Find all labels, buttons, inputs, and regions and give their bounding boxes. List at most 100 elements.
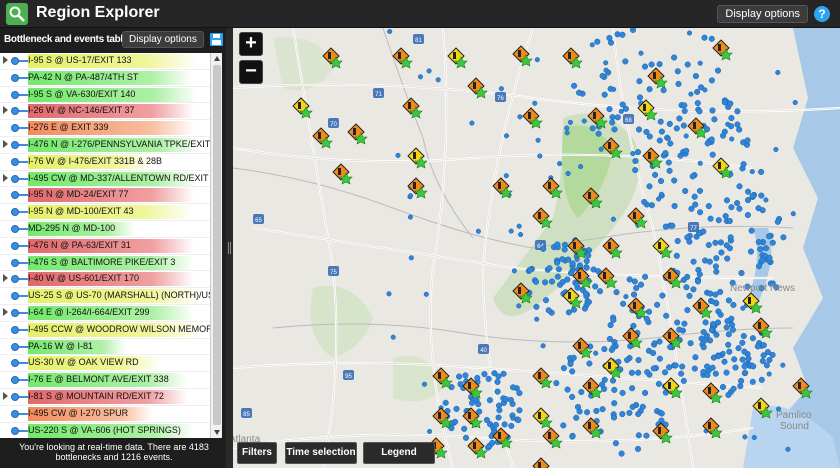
splitter-grip-icon[interactable] (228, 242, 231, 254)
table-row[interactable]: I-476 N @ I-276/PENNSYLVANIA TPKE/EXIT 2… (0, 137, 210, 154)
bottleneck-dot (560, 365, 567, 372)
panel-splitter[interactable] (226, 28, 233, 468)
table-row[interactable]: I-95 N @ MD-24/EXIT 77 (0, 187, 210, 205)
expand-triangle-icon[interactable] (3, 307, 8, 316)
event-marker-icon[interactable] (512, 45, 533, 67)
bottleneck-dot (634, 149, 642, 156)
table-row[interactable]: I-276 E @ EXIT 339 (0, 120, 210, 137)
expand-triangle-icon[interactable] (3, 173, 8, 182)
interstate-shield-icon: 75 (328, 266, 339, 276)
event-marker-icon[interactable] (532, 207, 553, 229)
bottleneck-dot (708, 326, 716, 334)
expand-triangle-icon[interactable] (3, 56, 8, 64)
bottleneck-dot (769, 351, 776, 358)
zoom-in-button[interactable]: + (239, 32, 263, 56)
bottleneck-dot (709, 321, 717, 328)
bottleneck-dot (701, 34, 708, 41)
expand-triangle-icon[interactable] (3, 274, 8, 283)
location-dot-icon (11, 392, 19, 401)
interstate-shield-icon: 77 (688, 222, 699, 232)
bottleneck-dot (727, 100, 734, 107)
svg-text:81: 81 (415, 38, 422, 44)
event-marker-icon[interactable] (522, 107, 543, 129)
table-row[interactable]: US-30 W @ OAK VIEW RD (0, 355, 210, 373)
event-marker-icon[interactable] (292, 97, 313, 119)
event-marker-icon[interactable] (332, 163, 353, 185)
scroll-up-icon[interactable] (214, 56, 220, 61)
table-row[interactable]: I-76 E @ BELMONT AVE/EXIT 338 (0, 372, 210, 389)
table-row[interactable]: PA-42 N @ PA-487/4TH ST (0, 70, 210, 87)
event-marker-icon[interactable] (602, 237, 623, 259)
bottleneck-dot (503, 173, 509, 179)
table-row[interactable]: PA-16 W @ I-81 (0, 339, 210, 356)
svg-text:76: 76 (497, 96, 504, 102)
event-marker-icon[interactable] (582, 377, 603, 399)
event-marker-icon[interactable] (702, 382, 723, 404)
save-icon[interactable] (210, 33, 223, 46)
table-row[interactable]: I-476 S @ BALTIMORE PIKE/EXIT 3 (0, 255, 210, 272)
filters-button[interactable]: Filters (237, 442, 277, 464)
list-scrollbar[interactable] (210, 53, 222, 438)
map-view[interactable]: 81 71 70 76 68 65 64 75 77 95 40 85 + − Newport New… (233, 28, 840, 468)
table-row[interactable]: US-25 S @ US-70 (MARSHALL) (NORTH)/US-2 (0, 288, 210, 305)
bottleneck-dot (569, 368, 576, 375)
event-marker-icon[interactable] (467, 437, 488, 459)
time-selection-button[interactable]: Time selection (285, 442, 357, 464)
bottleneck-dot (671, 177, 678, 184)
table-row[interactable]: I-81 S @ MOUNTAIN RD/EXIT 72 (0, 389, 210, 406)
event-marker-icon[interactable] (712, 157, 733, 179)
event-marker-icon[interactable] (627, 207, 648, 229)
table-row[interactable]: I-95 S @ VA-630/EXIT 140 (0, 87, 210, 104)
table-row[interactable]: I-95 N @ MD-100/EXIT 43 (0, 204, 210, 221)
map-canvas[interactable]: 817170766865647577954085 (233, 28, 840, 468)
bottleneck-dot (713, 268, 720, 275)
table-row[interactable]: I-495 CW @ I-270 SPUR (0, 406, 210, 423)
zoom-out-button[interactable]: − (239, 60, 263, 84)
event-marker-icon[interactable] (467, 77, 488, 99)
event-marker-icon[interactable] (652, 422, 673, 444)
table-row[interactable]: I-76 W @ I-476/EXIT 331B & 28B (0, 154, 210, 171)
event-marker-icon[interactable] (532, 457, 552, 468)
bottleneck-dot (674, 237, 681, 245)
table-row[interactable]: US-220 S @ VA-606 (HOT SPRINGS) (0, 423, 210, 438)
bottleneck-dot (712, 263, 719, 270)
location-dot-icon (11, 191, 19, 200)
bottleneck-dot (619, 411, 626, 418)
table-row[interactable]: I-64 E @ I-264/I-664/EXIT 299 (0, 305, 210, 322)
app-logo-icon (6, 3, 28, 25)
table-row[interactable]: MD-295 N @ MD-100 (0, 221, 210, 238)
table-row[interactable]: I-476 N @ PA-63/EXIT 31 (0, 238, 210, 255)
expand-triangle-icon[interactable] (3, 139, 8, 148)
event-marker-icon[interactable] (402, 97, 423, 119)
table-row[interactable]: I-495 CCW @ WOODROW WILSON MEMORIA (0, 322, 210, 339)
display-options-button[interactable]: Display options (717, 5, 808, 23)
event-marker-icon[interactable] (312, 127, 333, 149)
expand-triangle-icon[interactable] (3, 106, 8, 115)
scroll-down-icon[interactable] (214, 430, 220, 435)
table-row[interactable]: I-495 CW @ MD-337/ALLENTOWN RD/EXIT 9 (0, 171, 210, 188)
help-icon[interactable]: ? (814, 6, 830, 22)
scroll-thumb[interactable] (213, 65, 221, 425)
bottleneck-dot (661, 369, 669, 376)
panel-display-options-button[interactable]: Display options (122, 31, 204, 48)
event-marker-icon[interactable] (532, 407, 553, 429)
legend-button[interactable]: Legend (363, 442, 435, 464)
event-marker-icon[interactable] (407, 147, 428, 169)
bottleneck-dot (630, 291, 638, 298)
event-marker-icon[interactable] (542, 427, 563, 449)
event-marker-icon[interactable] (492, 177, 513, 199)
event-marker-icon[interactable] (347, 123, 368, 145)
expand-triangle-icon[interactable] (3, 391, 8, 400)
bottleneck-dot (532, 278, 540, 285)
event-marker-icon[interactable] (562, 47, 583, 69)
event-marker-icon[interactable] (647, 67, 668, 89)
header-bar: Region Explorer Display options ? (0, 0, 840, 28)
table-row[interactable]: I-26 W @ NC-146/EXIT 37 (0, 103, 210, 121)
bottleneck-dot (665, 135, 671, 142)
table-row[interactable]: I-40 W @ US-601/EXIT 170 (0, 271, 210, 289)
event-marker-icon[interactable] (712, 39, 733, 61)
event-marker-icon[interactable] (447, 47, 468, 69)
bottleneck-dot (491, 370, 498, 377)
table-row[interactable]: I-95 S @ US-17/EXIT 133 (0, 53, 210, 70)
svg-text:71: 71 (375, 92, 382, 98)
